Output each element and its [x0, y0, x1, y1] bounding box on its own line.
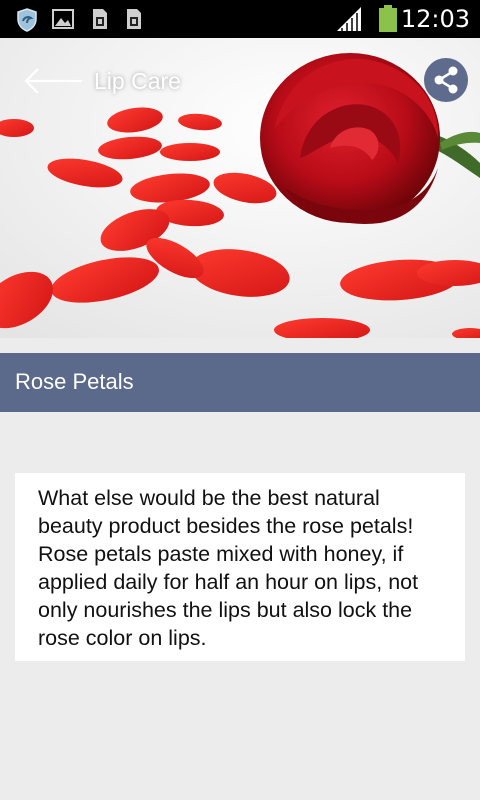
- screen-title: Lip Care: [94, 67, 181, 94]
- article-title-bar: Rose Petals: [0, 353, 480, 412]
- status-bar: 12:03: [0, 0, 480, 38]
- sim-card-icon: [92, 8, 108, 35]
- article-card: What else would be the best natural beau…: [15, 473, 465, 661]
- back-button[interactable]: Lip Care: [22, 66, 202, 96]
- header-image: Lip Care: [0, 38, 480, 338]
- sim-card-icon: [126, 8, 142, 35]
- clock: 12:03: [400, 5, 470, 33]
- shield-icon: [16, 8, 38, 37]
- share-button[interactable]: [424, 58, 468, 102]
- signal-icon: [336, 6, 362, 37]
- article-title: Rose Petals: [15, 369, 134, 394]
- image-icon: [52, 8, 74, 35]
- arrow-left-icon: [22, 66, 84, 96]
- battery-icon: [378, 5, 398, 38]
- article-body: What else would be the best natural beau…: [38, 486, 419, 650]
